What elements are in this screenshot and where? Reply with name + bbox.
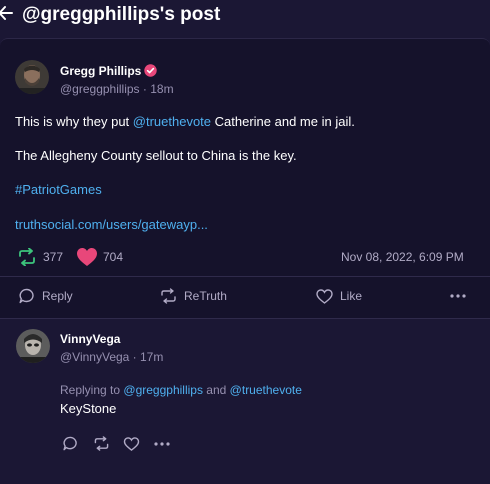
heart-outline-icon[interactable] [123, 437, 140, 451]
like-count[interactable]: 704 [76, 247, 123, 267]
author-name[interactable]: Gregg Phillips [60, 64, 141, 78]
avatar-image [16, 329, 50, 363]
page-header: @greggphillips's post [0, 0, 490, 32]
divider [0, 276, 490, 277]
reply-text: KeyStone [60, 401, 117, 416]
mention-link[interactable]: @truethevote [133, 114, 211, 129]
author-handle: @greggphillips · 18m [60, 82, 174, 96]
retruth-action-icon [161, 288, 176, 304]
back-arrow-icon[interactable] [0, 3, 14, 23]
hashtag-link[interactable]: #PatriotGames [15, 182, 102, 197]
post-timestamp: Nov 08, 2022, 6:09 PM [341, 250, 464, 264]
replying-to-label: Replying to [60, 383, 121, 397]
retruth-button[interactable]: ReTruth [160, 288, 227, 304]
retruth-count-value: 377 [43, 250, 64, 264]
replying-to-mention-1[interactable]: @greggphillips [123, 383, 203, 397]
heart-icon [77, 248, 97, 266]
retruth-count[interactable]: 377 [17, 247, 63, 267]
avatar-image [15, 60, 49, 94]
reply-author-avatar[interactable] [16, 329, 50, 363]
reply-bubble-icon[interactable] [63, 436, 78, 451]
verified-badge-icon [144, 64, 157, 77]
more-options-icon[interactable] [449, 293, 467, 299]
like-count-value: 704 [103, 250, 124, 264]
retruth-label: ReTruth [184, 289, 227, 303]
reply-author-handle: @VinnyVega · 17m [60, 350, 164, 364]
like-label: Like [340, 289, 363, 303]
post-line-2: The Allegheny County sellout to China is… [15, 148, 297, 163]
reply-label: Reply [42, 289, 73, 303]
like-button[interactable]: Like [316, 288, 362, 304]
heart-outline-icon [316, 288, 333, 304]
external-link[interactable]: truthsocial.com/users/gatewayp... [15, 217, 208, 232]
reply-button[interactable]: Reply [19, 288, 73, 304]
post-line-1-suffix: Catherine and me in jail. [211, 114, 355, 129]
divider [0, 318, 490, 319]
replying-to-mention-2[interactable]: @truethevote [230, 383, 302, 397]
author-avatar[interactable] [15, 60, 49, 94]
retruth-action-icon[interactable] [93, 436, 110, 451]
post-line-1: This is why they put @truethevote Cather… [15, 114, 355, 129]
more-options-icon[interactable] [153, 441, 171, 447]
page-title: @greggphillips's post [22, 4, 221, 25]
retruth-icon [19, 248, 35, 266]
replying-to-line: Replying to @greggphillips and @truethev… [60, 383, 302, 397]
reply-bubble-icon [19, 288, 34, 304]
reply-author-name[interactable]: VinnyVega [60, 332, 120, 346]
replying-to-and: and [206, 383, 227, 397]
post-line-1-prefix: This is why they put [15, 114, 133, 129]
